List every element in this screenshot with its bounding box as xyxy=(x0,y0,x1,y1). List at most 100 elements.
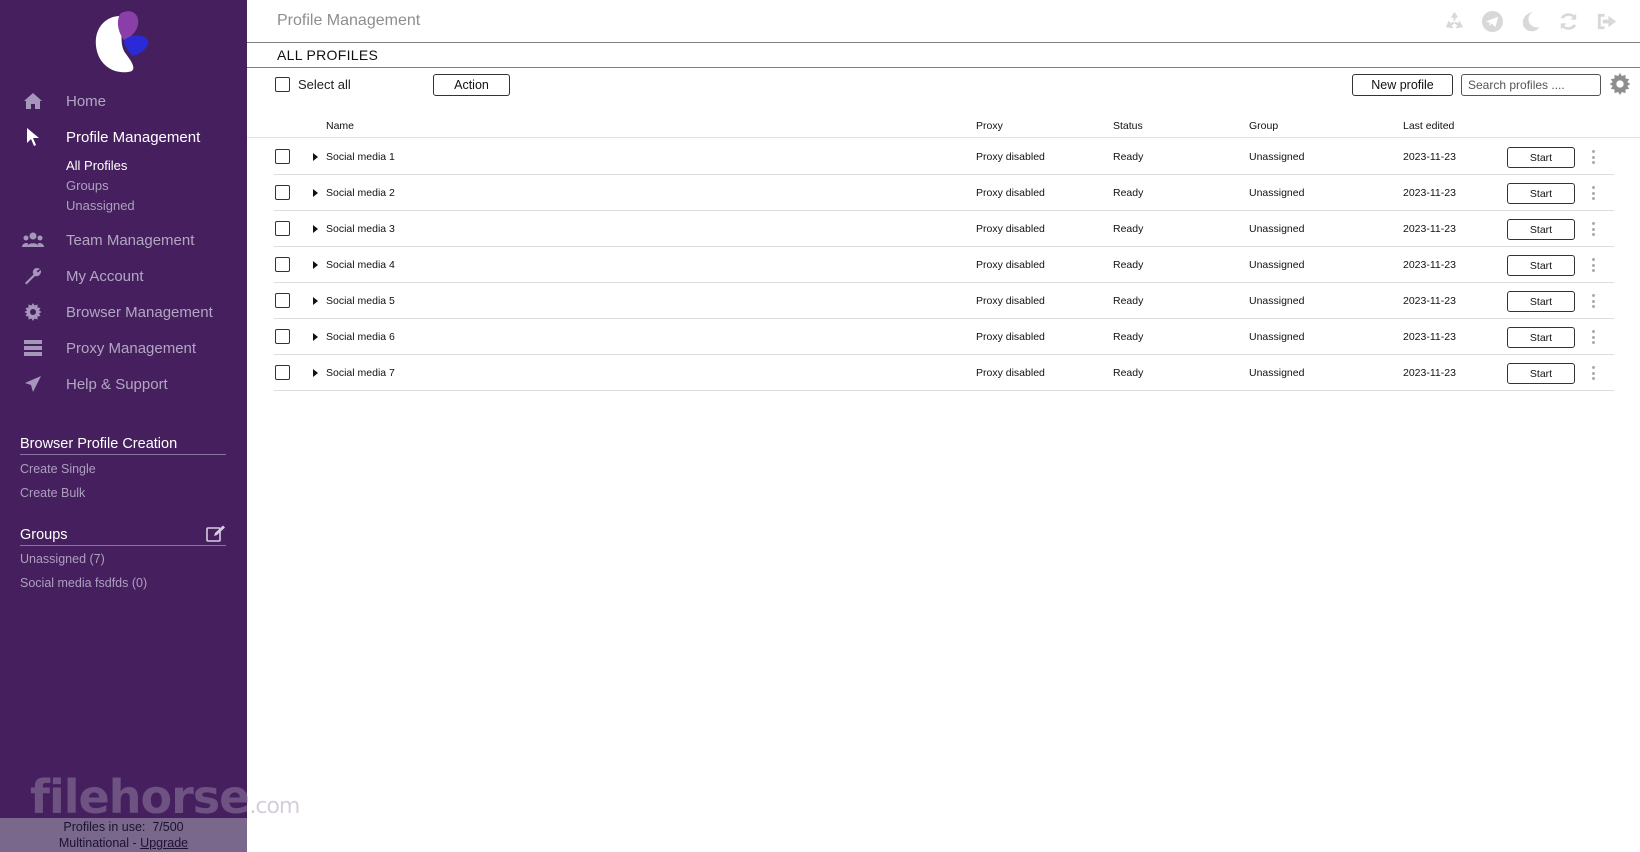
nav-browser-management[interactable]: Browser Management xyxy=(0,297,247,327)
edit-icon[interactable] xyxy=(206,525,226,543)
section-title-all-profiles: ALL PROFILES xyxy=(277,47,379,63)
profile-status: Ready xyxy=(1113,259,1144,271)
profile-proxy: Proxy disabled xyxy=(976,187,1045,199)
app-window: Home Profile Management All Profiles Gro… xyxy=(0,0,1640,852)
row-checkbox[interactable] xyxy=(275,185,290,200)
nav-proxy-management-label: Proxy Management xyxy=(66,339,197,357)
subnav-all-profiles[interactable]: All Profiles xyxy=(66,158,127,173)
table-row[interactable]: Social media 3 Proxy disabled Ready Unassig… xyxy=(274,211,1614,247)
profile-status: Ready xyxy=(1113,223,1144,235)
cursor-icon xyxy=(21,126,45,148)
expand-caret-icon[interactable] xyxy=(313,225,318,233)
select-all-checkbox[interactable] xyxy=(275,77,290,92)
column-last-edited[interactable]: Last edited xyxy=(1403,120,1454,132)
settings-gear-icon[interactable] xyxy=(1609,73,1631,95)
profile-last-edited: 2023-11-23 xyxy=(1403,259,1456,271)
watermark-text: filehorse xyxy=(30,770,250,824)
action-button[interactable]: Action xyxy=(433,74,510,96)
profile-proxy: Proxy disabled xyxy=(976,223,1045,235)
profile-proxy: Proxy disabled xyxy=(976,295,1045,307)
group-social-media-link[interactable]: Social media fsdfds (0) xyxy=(20,576,147,590)
row-checkbox[interactable] xyxy=(275,329,290,344)
start-button[interactable]: Start xyxy=(1507,147,1575,168)
profile-group: Unassigned xyxy=(1249,295,1305,307)
expand-caret-icon[interactable] xyxy=(313,369,318,377)
plan-name: Multinational - xyxy=(58,836,137,850)
table-row[interactable]: Social media 4 Proxy disabled Ready Unassig… xyxy=(274,247,1614,283)
start-button[interactable]: Start xyxy=(1507,327,1575,348)
toolbar: Select all Action New profile xyxy=(247,70,1640,100)
nav-team-management-label: Team Management xyxy=(66,231,195,249)
nav-proxy-management[interactable]: Proxy Management xyxy=(0,333,247,363)
nav-team-management[interactable]: Team Management xyxy=(0,225,247,255)
sidebar: Home Profile Management All Profiles Gro… xyxy=(0,0,300,852)
start-button[interactable]: Start xyxy=(1507,219,1575,240)
profile-name[interactable]: Social media 7 xyxy=(326,367,395,379)
refresh-icon[interactable] xyxy=(1557,10,1580,33)
column-group[interactable]: Group xyxy=(1249,120,1278,132)
row-checkbox[interactable] xyxy=(275,257,290,272)
select-all[interactable]: Select all xyxy=(275,77,351,92)
profile-proxy: Proxy disabled xyxy=(976,367,1045,379)
row-checkbox[interactable] xyxy=(275,293,290,308)
profile-last-edited: 2023-11-23 xyxy=(1403,223,1456,235)
subnav-unassigned[interactable]: Unassigned xyxy=(66,198,135,213)
row-checkbox[interactable] xyxy=(275,149,290,164)
create-single-link[interactable]: Create Single xyxy=(20,462,96,476)
more-options-icon[interactable] xyxy=(1590,148,1596,166)
start-button[interactable]: Start xyxy=(1507,291,1575,312)
plan-info: Multinational - Upgrade xyxy=(0,835,247,851)
more-options-icon[interactable] xyxy=(1590,364,1596,382)
nav-home[interactable]: Home xyxy=(0,86,247,116)
profile-name[interactable]: Social media 3 xyxy=(326,223,395,235)
recycle-icon[interactable] xyxy=(1443,10,1466,33)
expand-caret-icon[interactable] xyxy=(313,153,318,161)
profile-name[interactable]: Social media 6 xyxy=(326,331,395,343)
users-icon xyxy=(21,229,45,251)
profile-name[interactable]: Social media 5 xyxy=(326,295,395,307)
start-button[interactable]: Start xyxy=(1507,183,1575,204)
search-input[interactable] xyxy=(1461,74,1601,96)
profile-proxy: Proxy disabled xyxy=(976,259,1045,271)
logout-icon[interactable] xyxy=(1595,10,1618,33)
profile-status: Ready xyxy=(1113,151,1144,163)
table-row[interactable]: Social media 2 Proxy disabled Ready Unassig… xyxy=(274,175,1614,211)
moon-icon[interactable] xyxy=(1519,10,1542,33)
group-unassigned-link[interactable]: Unassigned (7) xyxy=(20,552,105,566)
more-options-icon[interactable] xyxy=(1590,220,1596,238)
more-options-icon[interactable] xyxy=(1590,292,1596,310)
row-checkbox[interactable] xyxy=(275,221,290,236)
more-options-icon[interactable] xyxy=(1590,256,1596,274)
start-button[interactable]: Start xyxy=(1507,255,1575,276)
expand-caret-icon[interactable] xyxy=(313,189,318,197)
telegram-icon[interactable] xyxy=(1481,10,1504,33)
profile-proxy: Proxy disabled xyxy=(976,331,1045,343)
table-row[interactable]: Social media 1 Proxy disabled Ready Unassig… xyxy=(274,139,1614,175)
new-profile-button[interactable]: New profile xyxy=(1352,74,1453,96)
table-row[interactable]: Social media 6 Proxy disabled Ready Unassig… xyxy=(274,319,1614,355)
more-options-icon[interactable] xyxy=(1590,328,1596,346)
nav-profile-management[interactable]: Profile Management xyxy=(0,122,247,152)
start-button[interactable]: Start xyxy=(1507,363,1575,384)
create-bulk-link[interactable]: Create Bulk xyxy=(20,486,85,500)
column-status[interactable]: Status xyxy=(1113,120,1143,132)
more-options-icon[interactable] xyxy=(1590,184,1596,202)
row-checkbox[interactable] xyxy=(275,365,290,380)
table-row[interactable]: Social media 7 Proxy disabled Ready Unassig… xyxy=(274,355,1614,391)
table-row[interactable]: Social media 5 Proxy disabled Ready Unassig… xyxy=(274,283,1614,319)
expand-caret-icon[interactable] xyxy=(313,261,318,269)
column-proxy[interactable]: Proxy xyxy=(976,120,1003,132)
subnav-groups[interactable]: Groups xyxy=(66,178,109,193)
profile-name[interactable]: Social media 1 xyxy=(326,151,395,163)
profiles-usage-label: Profiles in use: xyxy=(63,820,146,834)
nav-help-support[interactable]: Help & Support xyxy=(0,369,247,399)
upgrade-link[interactable]: Upgrade xyxy=(140,836,188,850)
profile-name[interactable]: Social media 2 xyxy=(326,187,395,199)
profile-proxy: Proxy disabled xyxy=(976,151,1045,163)
expand-caret-icon[interactable] xyxy=(313,333,318,341)
column-name[interactable]: Name xyxy=(326,120,354,132)
expand-caret-icon[interactable] xyxy=(313,297,318,305)
nav-my-account[interactable]: My Account xyxy=(0,261,247,291)
profile-name[interactable]: Social media 4 xyxy=(326,259,395,271)
nav-browser-management-label: Browser Management xyxy=(66,303,213,321)
